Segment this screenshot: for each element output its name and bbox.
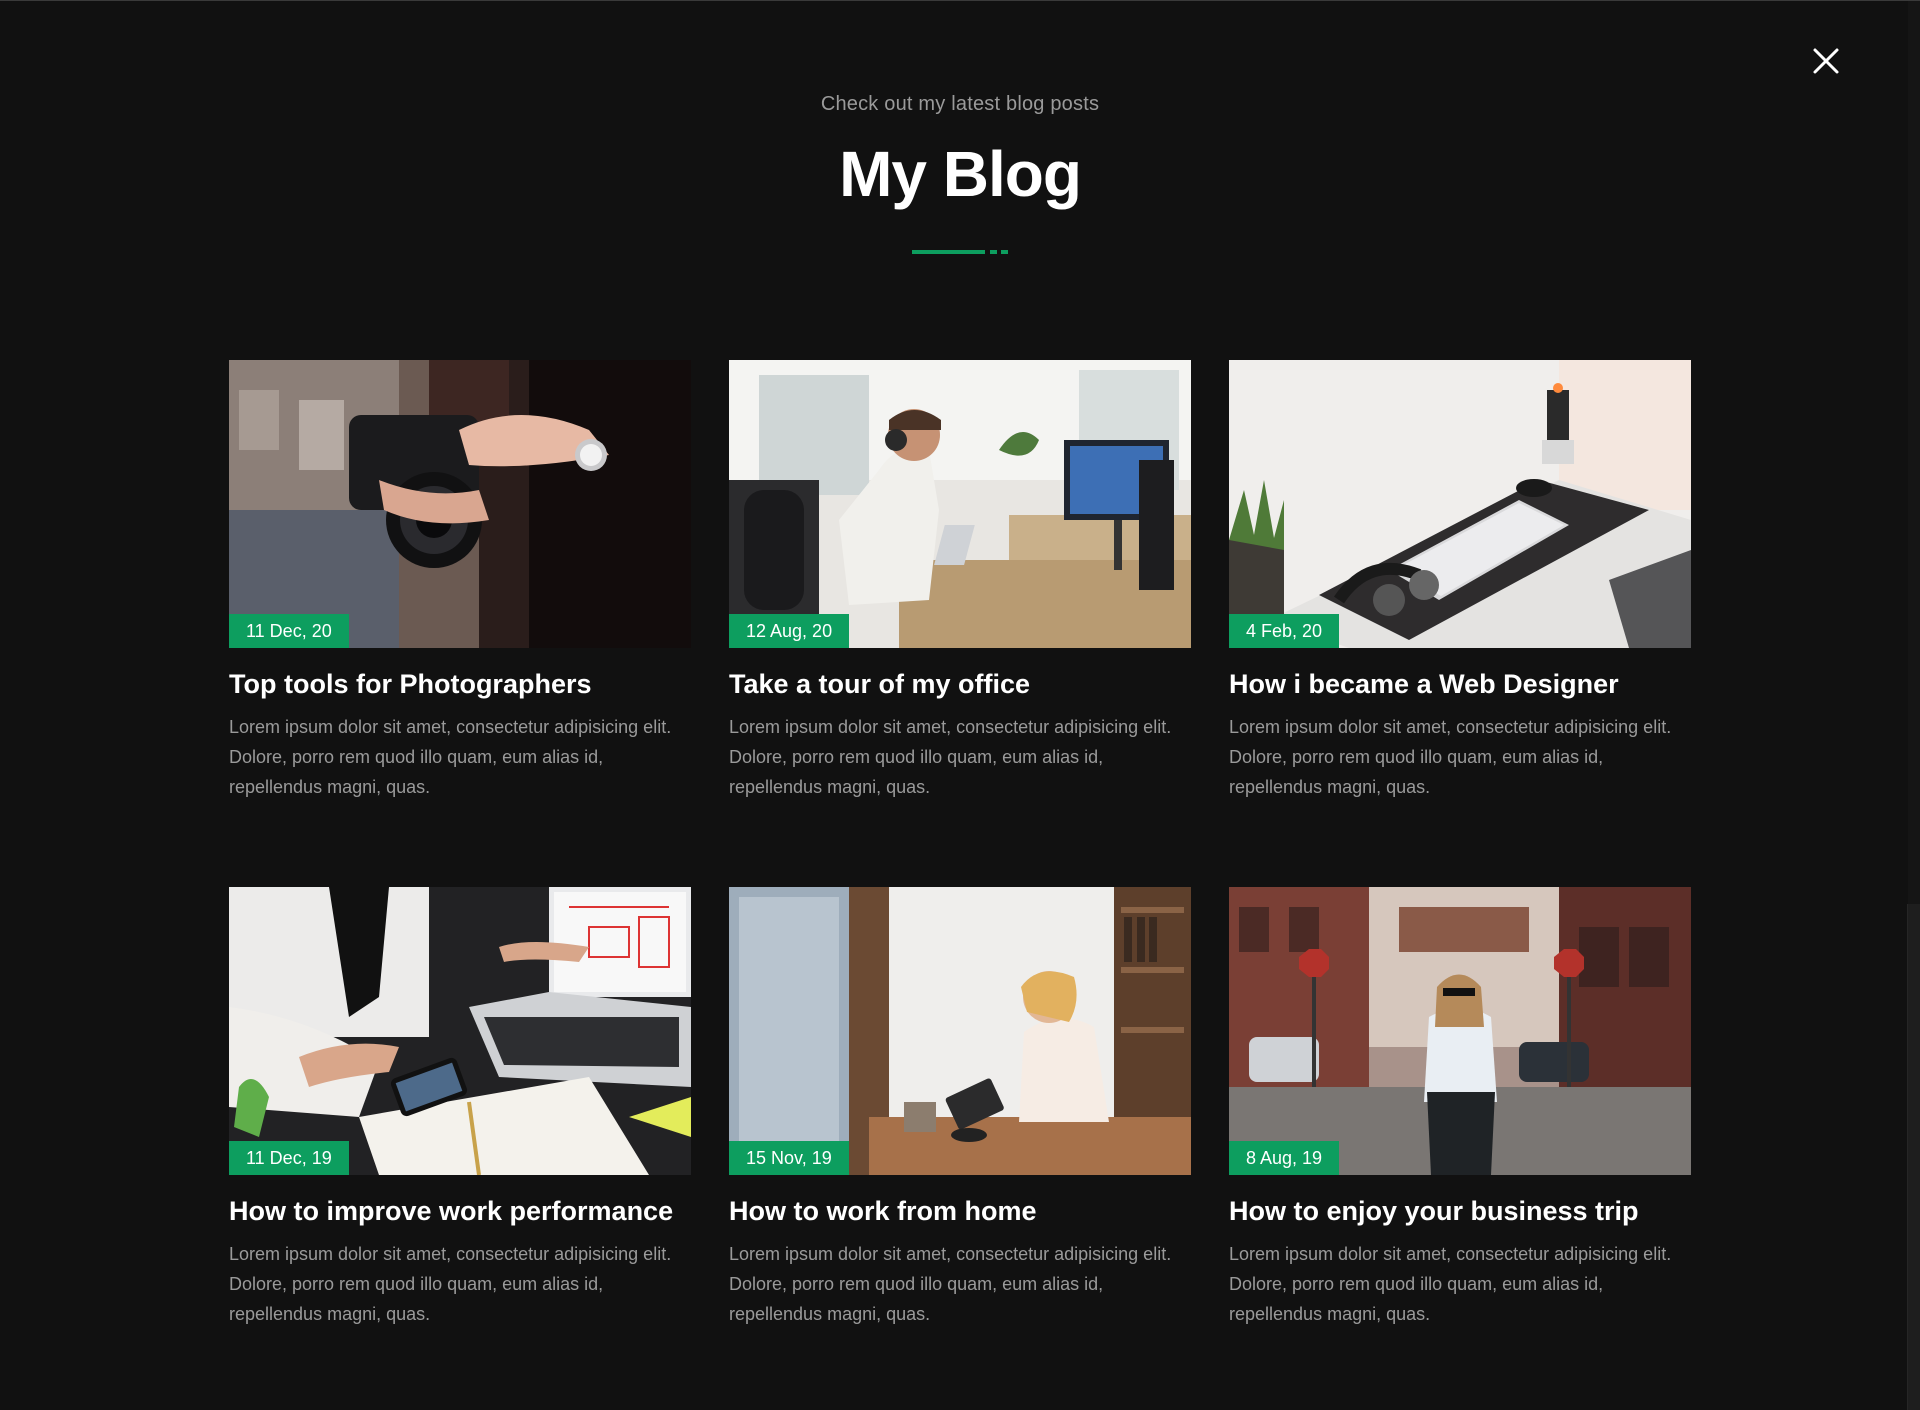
post-excerpt: Lorem ipsum dolor sit amet, consectetur … xyxy=(229,1244,672,1324)
post-excerpt: Lorem ipsum dolor sit amet, consectetur … xyxy=(729,717,1172,797)
blog-card-image[interactable]: 15 Nov, 19 xyxy=(729,887,1191,1175)
post-date-badge: 11 Dec, 19 xyxy=(229,1141,349,1175)
post-title[interactable]: How i became a Web Designer xyxy=(1229,666,1691,702)
blog-card: 12 Aug, 20 Take a tour of my office Lore… xyxy=(729,360,1191,802)
scrollbar-thumb[interactable] xyxy=(1907,904,1920,1410)
post-date-badge: 12 Aug, 20 xyxy=(729,614,850,648)
blog-card-image[interactable]: 11 Dec, 19 xyxy=(229,887,691,1175)
blog-card: 8 Aug, 19 How to enjoy your business tri… xyxy=(1229,887,1691,1329)
office-desk-image xyxy=(729,360,1191,648)
post-date-badge: 8 Aug, 19 xyxy=(1229,1141,1340,1175)
work-performance-image xyxy=(229,887,691,1175)
blog-card-image[interactable]: 4 Feb, 20 xyxy=(1229,360,1691,648)
blog-card-image[interactable]: 12 Aug, 20 xyxy=(729,360,1191,648)
post-excerpt: Lorem ipsum dolor sit amet, consectetur … xyxy=(229,717,672,797)
work-from-home-image xyxy=(729,887,1191,1175)
post-date-badge: 15 Nov, 19 xyxy=(729,1141,849,1175)
close-button[interactable] xyxy=(1804,39,1848,83)
section-subtitle: Check out my latest blog posts xyxy=(820,93,1100,115)
blog-card: 15 Nov, 19 How to work from home Lorem i… xyxy=(729,887,1191,1329)
close-icon[interactable] xyxy=(1804,39,1848,83)
post-title[interactable]: How to enjoy your business trip xyxy=(1229,1193,1691,1229)
page-title: My Blog xyxy=(839,138,1082,210)
minimal-desk-image xyxy=(1229,360,1691,648)
scrollbar-track[interactable] xyxy=(1907,1,1920,1410)
post-excerpt: Lorem ipsum dolor sit amet, consectetur … xyxy=(729,1244,1172,1324)
business-trip-image xyxy=(1229,887,1691,1175)
post-title[interactable]: Take a tour of my office xyxy=(729,666,1191,702)
post-date-badge: 4 Feb, 20 xyxy=(1229,614,1340,648)
blog-card: 4 Feb, 20 How i became a Web Designer Lo… xyxy=(1229,360,1691,802)
photographer-camera-image xyxy=(229,360,691,648)
blog-overlay: Check out my latest blog posts My Blog 1… xyxy=(0,0,1920,1410)
blog-card-image[interactable]: 8 Aug, 19 xyxy=(1229,887,1691,1175)
blog-card: 11 Dec, 20 Top tools for Photographers L… xyxy=(229,360,691,802)
post-title[interactable]: Top tools for Photographers xyxy=(229,666,691,702)
blog-card-image[interactable]: 11 Dec, 20 xyxy=(229,360,691,648)
post-excerpt: Lorem ipsum dolor sit amet, consectetur … xyxy=(1229,1244,1672,1324)
post-title[interactable]: How to work from home xyxy=(729,1193,1191,1229)
post-title[interactable]: How to improve work performance xyxy=(229,1193,691,1229)
post-date-badge: 11 Dec, 20 xyxy=(229,614,349,648)
post-excerpt: Lorem ipsum dolor sit amet, consectetur … xyxy=(1229,717,1672,797)
blog-card: 11 Dec, 19 How to improve work performan… xyxy=(229,887,691,1329)
